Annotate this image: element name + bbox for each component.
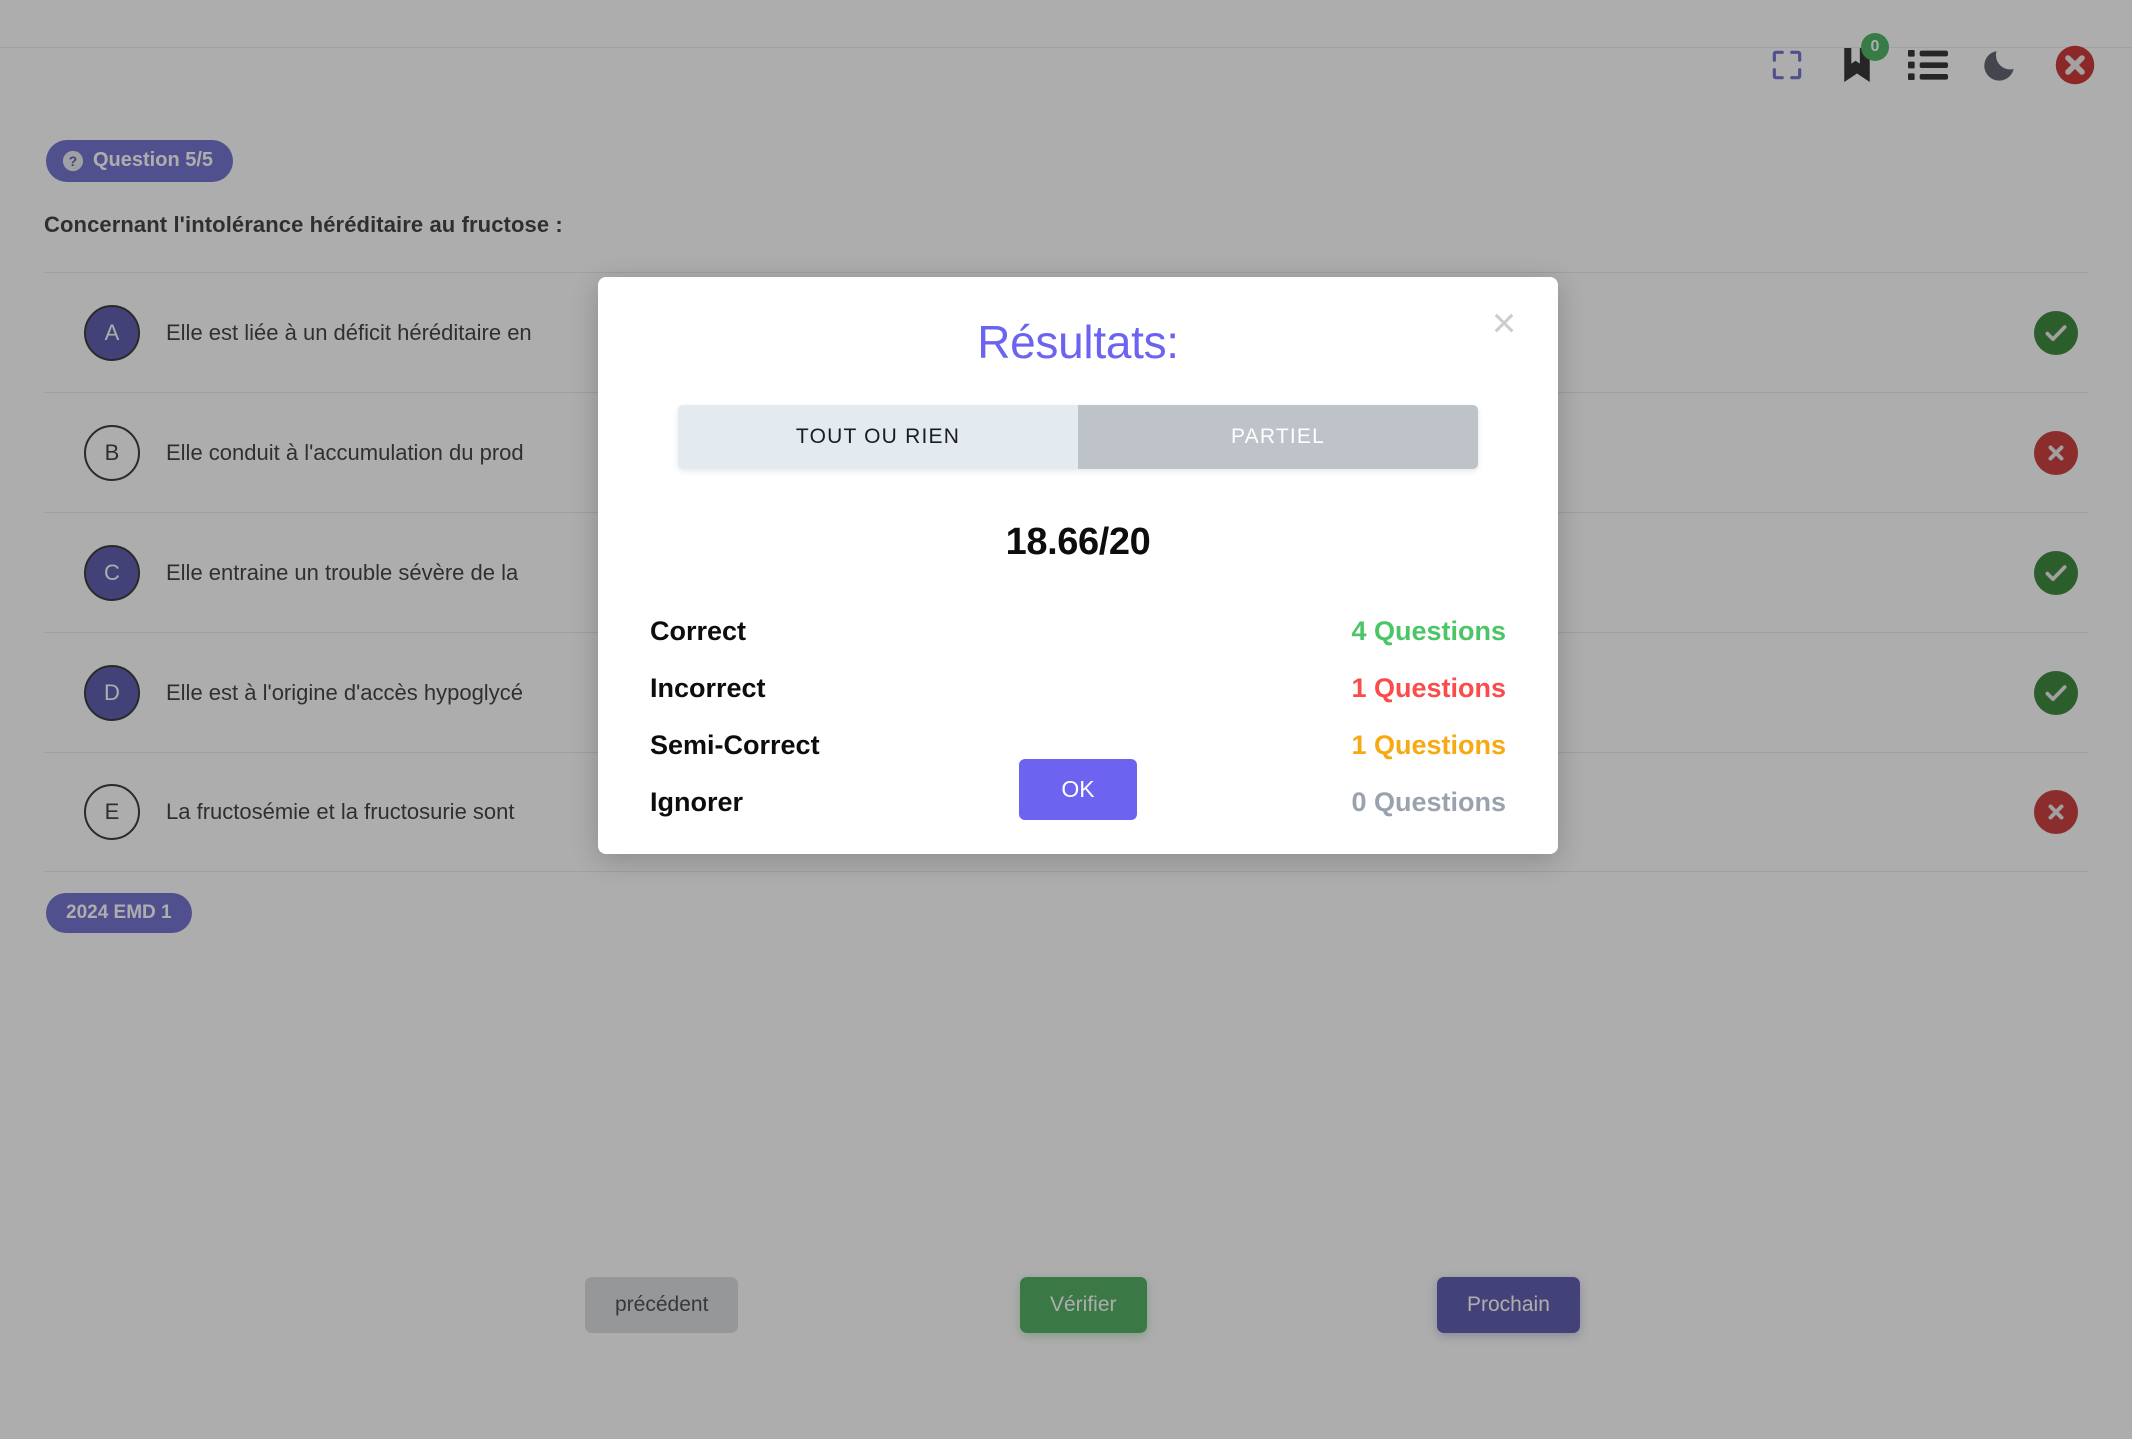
tab-partiel[interactable]: PARTIEL <box>1078 405 1478 469</box>
stat-label-semi-correct: Semi-Correct <box>650 730 820 760</box>
ok-button[interactable]: OK <box>1019 759 1137 820</box>
stat-value-correct: 4 Questions <box>1351 616 1506 646</box>
stat-label-incorrect: Incorrect <box>650 673 766 703</box>
modal-title: Résultats: <box>977 316 1179 368</box>
stat-row-correct: Correct 4 Questions <box>650 616 1506 647</box>
results-modal: × Résultats: TOUT OU RIEN PARTIEL 18.66/… <box>598 277 1558 854</box>
scoring-mode-tabs: TOUT OU RIEN PARTIEL <box>678 405 1478 469</box>
modal-footer: OK <box>598 759 1558 820</box>
modal-close-icon[interactable]: × <box>1482 301 1526 345</box>
stat-value-semi-correct: 1 Questions <box>1351 730 1506 760</box>
stat-row-incorrect: Incorrect 1 Questions <box>650 673 1506 704</box>
stat-label-correct: Correct <box>650 616 747 646</box>
stat-row-semi-correct: Semi-Correct 1 Questions <box>650 730 1506 761</box>
score-value: 18.66/20 <box>1005 521 1151 563</box>
tab-tout-ou-rien[interactable]: TOUT OU RIEN <box>678 405 1078 469</box>
stat-value-incorrect: 1 Questions <box>1351 673 1506 703</box>
